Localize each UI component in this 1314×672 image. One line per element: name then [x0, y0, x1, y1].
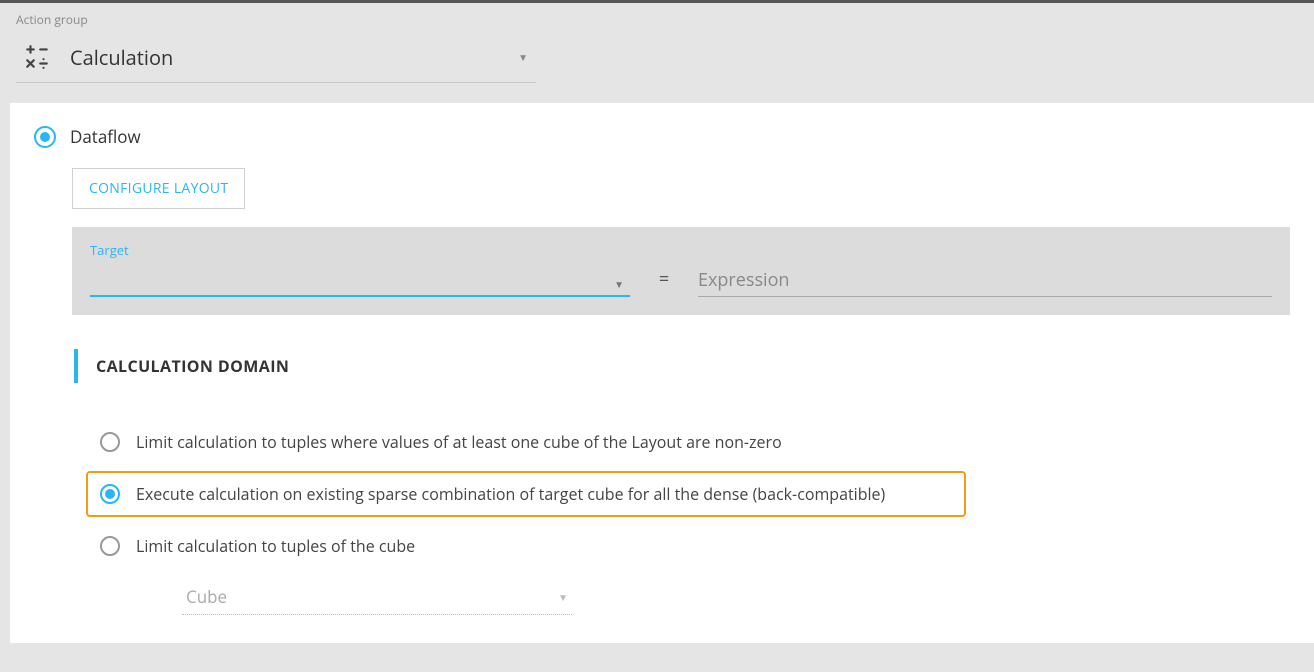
content-panel: Dataflow CONFIGURE LAYOUT Target ▼ = Exp…	[10, 103, 1314, 643]
chevron-down-icon: ▼	[518, 50, 536, 64]
action-group-label: Action group	[16, 11, 1298, 36]
target-label: Target	[90, 241, 630, 259]
radio-icon	[100, 432, 120, 452]
cube-placeholder: Cube	[186, 585, 227, 608]
equals-sign: =	[654, 267, 674, 297]
configure-layout-button[interactable]: CONFIGURE LAYOUT	[72, 168, 245, 209]
radio-icon	[100, 536, 120, 556]
calculation-title: Calculation	[70, 44, 518, 71]
expression-bar: Target ▼ = Expression	[72, 227, 1290, 315]
dataflow-radio[interactable]	[34, 126, 56, 148]
domain-option-nonzero[interactable]: Limit calculation to tuples where values…	[86, 419, 1290, 465]
radio-icon	[100, 484, 120, 504]
target-input[interactable]	[90, 277, 630, 297]
domain-option-label: Execute calculation on existing sparse c…	[136, 483, 885, 505]
domain-option-sparse[interactable]: Execute calculation on existing sparse c…	[86, 471, 966, 517]
domain-option-label: Limit calculation to tuples where values…	[136, 431, 782, 453]
dataflow-label: Dataflow	[70, 125, 141, 148]
cube-select: Cube ▼	[182, 581, 572, 615]
calculation-dropdown[interactable]: Calculation ▼	[16, 36, 536, 83]
chevron-down-icon[interactable]: ▼	[614, 277, 624, 291]
chevron-down-icon: ▼	[558, 590, 568, 604]
expression-placeholder: Expression	[698, 268, 789, 292]
expression-input[interactable]: Expression	[698, 268, 1272, 297]
domain-option-label: Limit calculation to tuples of the cube	[136, 535, 415, 557]
calculation-icon	[16, 42, 58, 72]
calculation-domain-header: CALCULATION DOMAIN	[74, 349, 1290, 383]
domain-option-cube[interactable]: Limit calculation to tuples of the cube	[86, 523, 1290, 569]
